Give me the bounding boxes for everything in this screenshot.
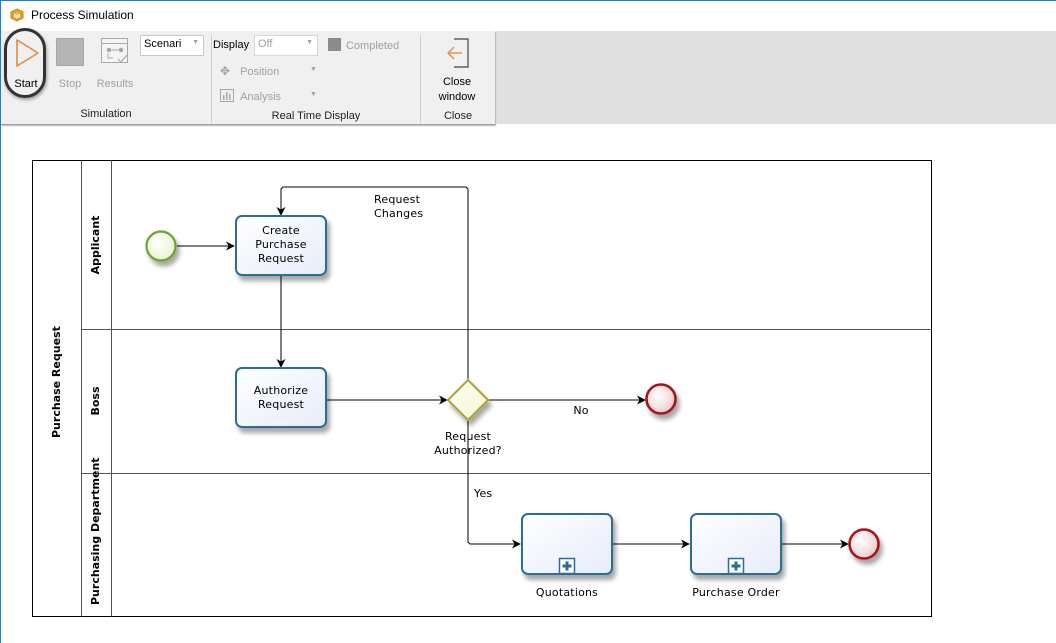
- gateway-label: Request Authorized?: [418, 430, 518, 458]
- subprocess-purchase-order-label: Purchase Order: [692, 586, 780, 599]
- display-dropdown[interactable]: Off ▼: [254, 35, 318, 56]
- task-text-line: Authorize: [253, 384, 309, 397]
- pool-label: Purchase Request: [50, 326, 63, 438]
- flow-label-no: No: [573, 404, 589, 417]
- end-event-completed[interactable]: [848, 528, 880, 560]
- gateway-label-line: Authorized?: [434, 444, 502, 457]
- results-label: Results: [96, 78, 134, 90]
- scenario-value: Scenari: [144, 38, 182, 50]
- flow-label-line: Request: [374, 193, 421, 206]
- scenario-dropdown[interactable]: Scenari ▼: [140, 35, 204, 56]
- ribbon: Start Stop Results Scenari ▼ Simulation …: [1, 28, 495, 125]
- group-label-close: Close: [443, 110, 473, 122]
- gateway-label-line: Request: [444, 430, 492, 443]
- chevron-down-icon: ▼: [310, 66, 317, 73]
- analysis-label: Analysis: [240, 91, 282, 103]
- group-label-simulation: Simulation: [80, 108, 132, 120]
- cube-icon: [10, 8, 24, 22]
- bpmn-diagram: Purchase Request Applicant Boss Purchasi…: [0, 125, 1056, 643]
- bar-chart-icon: [220, 89, 234, 102]
- flow-label-yes: Yes: [474, 487, 493, 500]
- close-window-button[interactable]: Close window: [426, 35, 488, 103]
- task-text-line: Request: [257, 398, 305, 411]
- close-window-label-line1: Close: [442, 76, 472, 88]
- stop-icon: [56, 38, 84, 66]
- pool[interactable]: [32, 160, 932, 617]
- completed-toggle[interactable]: Completed: [328, 38, 399, 52]
- diagram-canvas: [32, 160, 932, 617]
- group-label-real-time-display: Real Time Display: [271, 110, 361, 122]
- results-button[interactable]: Results: [95, 35, 135, 91]
- task-text-line: Purchase: [255, 238, 307, 251]
- close-window-label-line2: window: [438, 91, 476, 103]
- title-bar: Process Simulation: [1, 1, 1056, 31]
- end-event-rejected[interactable]: [645, 383, 677, 415]
- start-event[interactable]: [145, 230, 177, 262]
- task-text-line: Create: [262, 224, 300, 237]
- stop-label: Stop: [58, 78, 82, 90]
- position-label: Position: [240, 66, 280, 78]
- expand-subprocess-icon[interactable]: [558, 557, 576, 575]
- stop-button[interactable]: Stop: [51, 35, 89, 91]
- highlight-annotation: [4, 28, 46, 98]
- position-dropdown[interactable]: ✥ Position ▼: [220, 64, 320, 78]
- move-icon: ✥: [220, 64, 231, 78]
- chevron-down-icon: ▼: [192, 39, 199, 46]
- subprocess-quotations-label: Quotations: [535, 586, 599, 599]
- close-window-icon: [447, 38, 469, 68]
- results-icon: [101, 38, 128, 63]
- expand-subprocess-icon[interactable]: [727, 557, 745, 575]
- display-label: Display: [213, 39, 250, 51]
- flow-label-line: Changes: [374, 207, 424, 220]
- analysis-dropdown[interactable]: Analysis ▼: [220, 89, 320, 103]
- chevron-down-icon: ▼: [306, 39, 313, 46]
- completed-color-swatch: [328, 38, 341, 51]
- flow-label-request-changes: Request Changes: [374, 193, 434, 221]
- lane-label-boss: Boss: [89, 386, 102, 416]
- lane-label-applicant: Applicant: [89, 215, 102, 275]
- lane-label-purchasing-department: Purchasing Department: [89, 457, 102, 605]
- task-text-line: Request: [257, 252, 305, 265]
- chevron-down-icon: ▼: [310, 91, 317, 98]
- window-title: Process Simulation: [31, 8, 134, 22]
- completed-label: Completed: [346, 40, 400, 52]
- task-authorize-text: Authorize Request: [236, 384, 326, 412]
- display-value: Off: [258, 38, 273, 50]
- task-create-text: Create Purchase Request: [236, 224, 326, 266]
